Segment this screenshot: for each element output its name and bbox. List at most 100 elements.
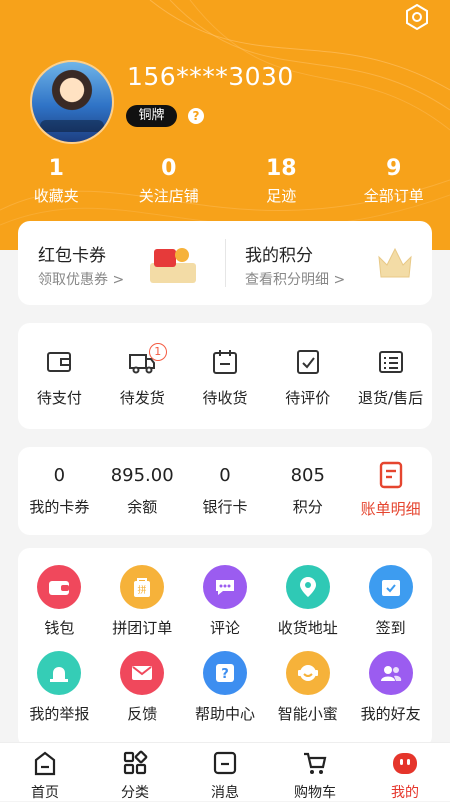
profile-face-icon — [392, 750, 418, 776]
tab-cart[interactable]: 购物车 — [270, 743, 360, 801]
wallet-bank-cards[interactable]: 0 银行卡 — [184, 447, 267, 535]
stat-footprints[interactable]: 18足迹 — [225, 155, 338, 207]
tab-label: 消息 — [180, 782, 270, 802]
review-icon — [293, 347, 323, 377]
return-list-icon — [376, 347, 406, 377]
service-checkin[interactable]: 签到 — [349, 565, 432, 638]
tab-label: 分类 — [90, 782, 180, 802]
order-label: 待收货 — [184, 387, 267, 408]
service-label: 评论 — [184, 617, 267, 638]
wallet-coupons[interactable]: 0 我的卡券 — [18, 447, 101, 535]
wallet-outline-icon — [44, 347, 74, 377]
service-comments[interactable]: 评论 — [184, 565, 267, 638]
promo-card: 红包卡券 领取优惠券 > 我的积分 查看积分明细 > — [18, 221, 432, 305]
help-icon: ? — [203, 651, 247, 695]
crown-icon — [375, 243, 415, 283]
service-label: 拼团订单 — [101, 617, 184, 638]
services-card: 钱包 拼拼团订单 评论 收货地址 签到 我的举报 反馈 ? 帮助中心 智能小蜜 我… — [18, 548, 432, 748]
points-title: 我的积分 — [245, 241, 313, 266]
location-icon — [286, 565, 330, 609]
coupon-title: 红包卡券 — [38, 241, 106, 266]
service-feedback[interactable]: 反馈 — [101, 651, 184, 724]
order-label: 退货/售后 — [349, 387, 432, 408]
wallet-value: 0 — [184, 464, 267, 488]
cart-icon — [302, 750, 328, 776]
bill-label: 账单明细 — [349, 498, 432, 519]
stat-followed-shops[interactable]: 0关注店铺 — [113, 155, 226, 207]
user-phone: 156****3030 — [127, 62, 294, 91]
tab-messages[interactable]: 消息 — [180, 743, 270, 801]
tab-home[interactable]: 首页 — [0, 743, 90, 801]
wallet-icon — [37, 565, 81, 609]
message-icon — [212, 750, 238, 776]
tab-label: 购物车 — [270, 782, 360, 802]
member-level-badge: 铜牌 — [126, 105, 177, 127]
order-status-card: 待支付 1 待发货 待收货 待评价 退货/售后 — [18, 323, 432, 429]
service-label: 帮助中心 — [184, 703, 267, 724]
order-label: 待评价 — [266, 387, 349, 408]
order-pending-shipment[interactable]: 1 待发货 — [101, 323, 184, 429]
wallet-summary-card: 0 我的卡券 895.00 余额 0 银行卡 805 积分 账单明细 — [18, 447, 432, 535]
alarm-icon — [37, 651, 81, 695]
pending-shipment-count-badge: 1 — [149, 343, 167, 361]
stat-all-orders[interactable]: 9全部订单 — [338, 155, 450, 207]
bill-details[interactable]: 账单明细 — [349, 447, 432, 535]
order-pending-review[interactable]: 待评价 — [266, 323, 349, 429]
comment-icon — [203, 565, 247, 609]
friends-icon — [369, 651, 413, 695]
tab-mine[interactable]: 我的 — [360, 743, 450, 801]
group-bag-icon: 拼 — [120, 565, 164, 609]
service-label: 收货地址 — [266, 617, 349, 638]
service-shipping-address[interactable]: 收货地址 — [266, 565, 349, 638]
order-pending-receipt[interactable]: 待收货 — [184, 323, 267, 429]
wallet-label: 积分 — [266, 496, 349, 517]
order-after-sales[interactable]: 退货/售后 — [349, 323, 432, 429]
wallet-label: 余额 — [101, 496, 184, 517]
bottom-tab-bar: 首页 分类 消息 购物车 我的 — [0, 742, 450, 801]
service-wallet[interactable]: 钱包 — [18, 565, 101, 638]
home-icon — [32, 750, 58, 776]
service-label: 钱包 — [18, 617, 101, 638]
svg-text:?: ? — [221, 667, 229, 682]
red-envelope-icon — [148, 245, 200, 285]
service-smart-assistant[interactable]: 智能小蜜 — [266, 651, 349, 724]
avatar[interactable] — [30, 60, 114, 144]
service-label: 我的好友 — [349, 703, 432, 724]
service-label: 智能小蜜 — [266, 703, 349, 724]
bill-icon — [378, 461, 404, 489]
category-icon — [122, 750, 148, 776]
service-label: 反馈 — [101, 703, 184, 724]
tab-label: 首页 — [0, 782, 90, 802]
checkin-icon — [369, 565, 413, 609]
order-pending-payment[interactable]: 待支付 — [18, 323, 101, 429]
tab-label: 我的 — [360, 782, 450, 802]
assistant-icon — [286, 651, 330, 695]
profile-header: 156****3030 铜牌 ? 1收藏夹 0关注店铺 18足迹 9全部订单 — [0, 0, 450, 250]
order-label: 待支付 — [18, 387, 101, 408]
service-help-center[interactable]: ? 帮助中心 — [184, 651, 267, 724]
wallet-value: 0 — [18, 464, 101, 488]
points-subtitle: 查看积分明细 > — [245, 269, 345, 289]
coupon-entry[interactable]: 红包卡券 领取优惠券 > — [18, 221, 225, 305]
service-group-orders[interactable]: 拼拼团订单 — [101, 565, 184, 638]
wallet-label: 银行卡 — [184, 496, 267, 517]
service-my-reports[interactable]: 我的举报 — [18, 651, 101, 724]
calendar-box-icon — [210, 347, 240, 377]
stat-favorites[interactable]: 1收藏夹 — [0, 155, 113, 207]
coupon-subtitle: 领取优惠券 > — [38, 269, 124, 289]
wallet-value: 805 — [266, 464, 349, 488]
service-label: 我的举报 — [18, 703, 101, 724]
points-entry[interactable]: 我的积分 查看积分明细 > — [225, 221, 432, 305]
wallet-label: 我的卡券 — [18, 496, 101, 517]
wallet-value: 895.00 — [101, 464, 184, 488]
service-my-friends[interactable]: 我的好友 — [349, 651, 432, 724]
mail-icon — [120, 651, 164, 695]
settings-gear-icon[interactable] — [404, 4, 430, 30]
wallet-points[interactable]: 805 积分 — [266, 447, 349, 535]
service-label: 签到 — [349, 617, 432, 638]
svg-text:拼: 拼 — [138, 584, 147, 596]
tab-category[interactable]: 分类 — [90, 743, 180, 801]
wallet-balance[interactable]: 895.00 余额 — [101, 447, 184, 535]
level-help-icon[interactable]: ? — [188, 108, 204, 124]
order-label: 待发货 — [101, 387, 184, 408]
